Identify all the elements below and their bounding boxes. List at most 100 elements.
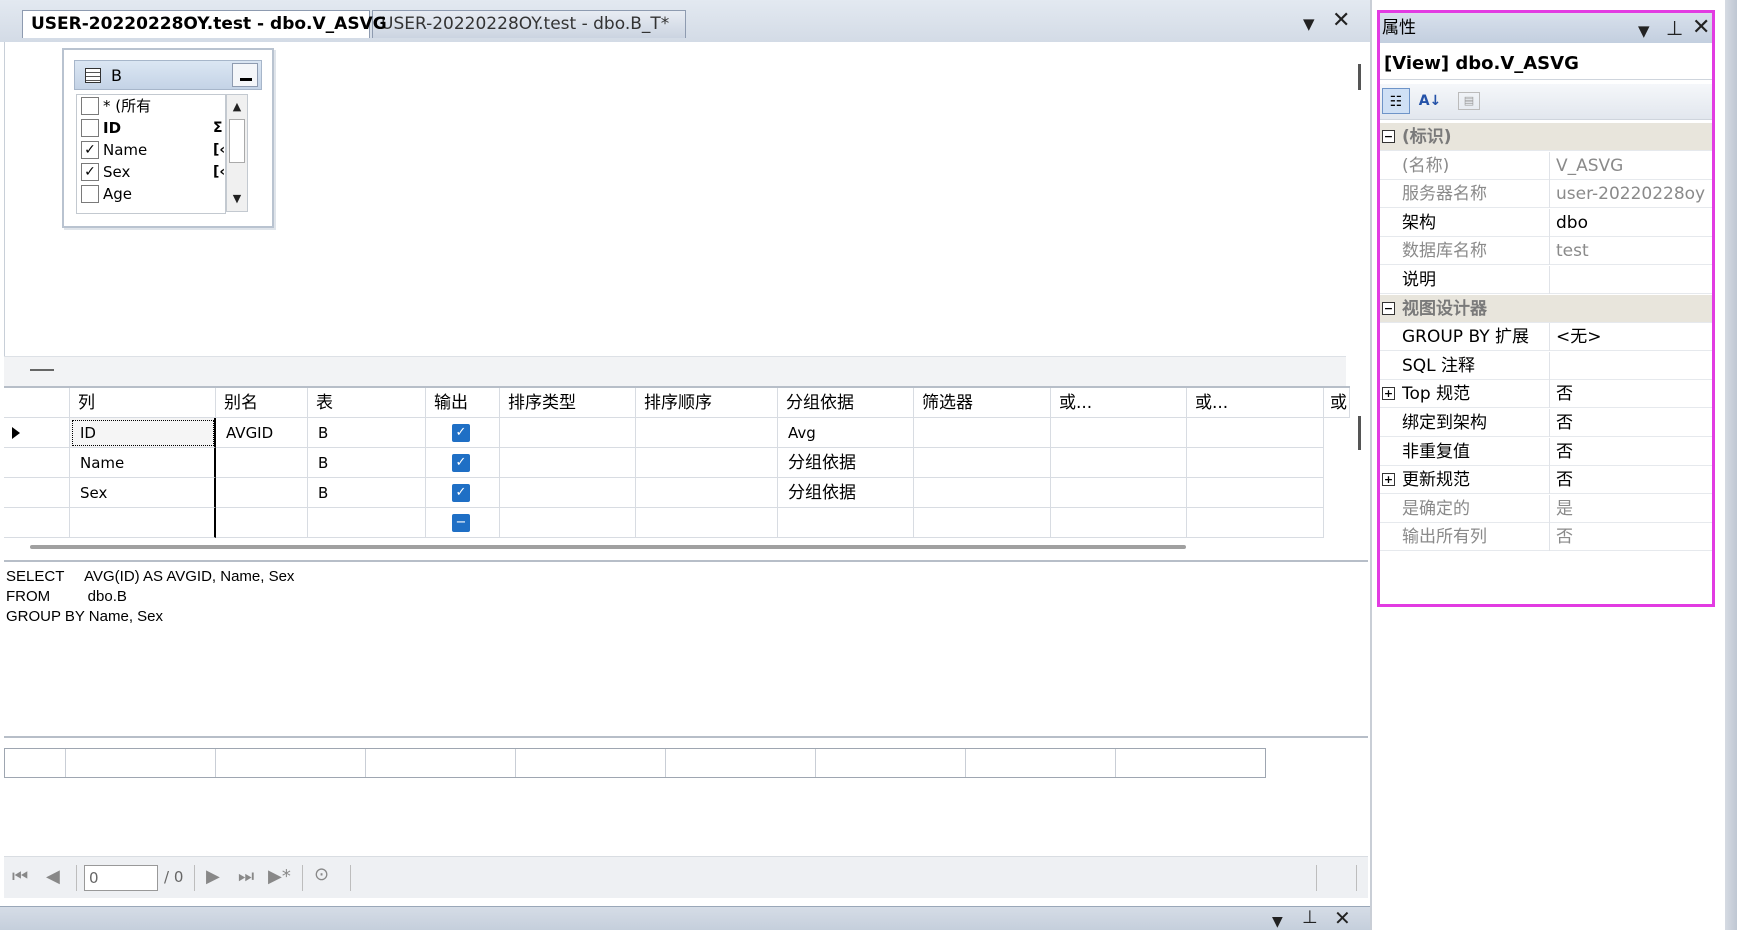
cell-group-by[interactable] — [778, 508, 914, 538]
cell-table[interactable]: B — [308, 478, 426, 508]
criteria-scroll-thumb[interactable] — [1358, 416, 1361, 450]
sql-line-group-by[interactable]: GROUP BY Name, Sex — [6, 608, 163, 625]
sql-pane[interactable]: SELECT AVG(ID) AS AVGID, Name, Sex FROM … — [4, 560, 1368, 738]
previous-record-icon[interactable]: ◀ — [46, 866, 60, 888]
cell-output[interactable]: − — [426, 508, 500, 538]
header-column[interactable]: 列 — [70, 388, 216, 418]
cell-or-1[interactable] — [1051, 448, 1187, 478]
criteria-horizontal-scrollbar[interactable] — [30, 545, 1186, 549]
results-column[interactable] — [216, 749, 366, 777]
cell-filter[interactable] — [914, 448, 1051, 478]
row-selector[interactable] — [4, 508, 70, 538]
column-row[interactable]: ID Σ — [81, 117, 225, 139]
column-row[interactable]: * (所有 — [81, 95, 225, 117]
output-checkbox-indeterminate[interactable]: − — [452, 514, 470, 532]
cell-sort-order[interactable] — [636, 478, 778, 508]
cell-or-2[interactable] — [1187, 448, 1324, 478]
output-checkbox[interactable]: ✓ — [452, 484, 470, 502]
cell-output[interactable]: ✓ — [426, 448, 500, 478]
cell-or-2[interactable] — [1187, 418, 1324, 448]
column-checkbox[interactable] — [81, 119, 99, 137]
column-row[interactable]: ✓ Name [‹= — [81, 139, 225, 161]
cell-column[interactable]: Sex — [70, 478, 216, 508]
results-column[interactable] — [666, 749, 816, 777]
column-row[interactable]: Age — [81, 183, 225, 205]
cell-filter[interactable] — [914, 508, 1051, 538]
cell-alias[interactable] — [216, 448, 308, 478]
table-box[interactable]: B * (所有 ID Σ ✓ Name [‹= ✓ Sex [‹= Age ▲ — [62, 48, 274, 228]
cell-sort-type[interactable] — [500, 418, 636, 448]
cell-group-by[interactable]: Avg — [778, 418, 914, 448]
output-checkbox[interactable]: ✓ — [452, 424, 470, 442]
cell-sort-type[interactable] — [500, 448, 636, 478]
diagram-scroll-thumb[interactable] — [1358, 64, 1361, 90]
cell-group-by[interactable]: 分组依据 — [778, 448, 914, 478]
stop-query-icon[interactable]: ⊙ — [314, 864, 329, 886]
header-or-1[interactable]: 或... — [1051, 388, 1187, 418]
tab-dropdown-icon[interactable]: ▼ — [1303, 13, 1315, 35]
results-column[interactable] — [66, 749, 216, 777]
results-grid[interactable] — [4, 748, 1266, 778]
cell-alias[interactable]: AVGID — [216, 418, 308, 448]
header-table[interactable]: 表 — [308, 388, 426, 418]
cell-table[interactable] — [308, 508, 426, 538]
sql-line-from[interactable]: FROM dbo.B — [6, 588, 127, 605]
cell-column[interactable]: ID — [70, 418, 216, 448]
results-column[interactable] — [366, 749, 516, 777]
cell-table[interactable]: B — [308, 418, 426, 448]
cell-sort-order[interactable] — [636, 508, 778, 538]
close-tab-icon[interactable]: ✕ — [1332, 10, 1350, 32]
cell-or-1[interactable] — [1051, 508, 1187, 538]
scroll-down-icon[interactable]: ▼ — [227, 189, 247, 209]
column-checkbox[interactable]: ✓ — [81, 141, 99, 159]
cell-sort-order[interactable] — [636, 418, 778, 448]
diagram-scrollbar[interactable] — [1350, 42, 1368, 356]
header-sort-type[interactable]: 排序类型 — [500, 388, 636, 418]
column-checkbox[interactable] — [81, 97, 99, 115]
cell-or-2[interactable] — [1187, 478, 1324, 508]
header-group-by[interactable]: 分组依据 — [778, 388, 914, 418]
cell-sort-order[interactable] — [636, 448, 778, 478]
row-selector[interactable] — [4, 478, 70, 508]
header-or-2[interactable]: 或... — [1187, 388, 1324, 418]
tab-b-t[interactable]: USER-20220228OY.test - dbo.B_T* — [372, 10, 686, 38]
cell-column[interactable] — [70, 508, 216, 538]
first-record-icon[interactable]: ⏮ — [12, 866, 28, 888]
output-checkbox[interactable]: ✓ — [452, 454, 470, 472]
splitter-grip[interactable] — [30, 369, 54, 371]
tab-v-asvg[interactable]: USER-20220228OY.test - dbo.V_ASVG — [22, 10, 387, 38]
column-checkbox[interactable] — [81, 185, 99, 203]
pin-icon[interactable]: ⊥ — [1302, 907, 1318, 929]
row-selector[interactable] — [4, 448, 70, 478]
cell-alias[interactable] — [216, 508, 308, 538]
header-filter[interactable]: 筛选器 — [914, 388, 1051, 418]
column-list-scrollbar[interactable]: ▲ ▼ — [226, 94, 248, 212]
header-or-3[interactable]: 或 — [1324, 388, 1350, 418]
scroll-up-icon[interactable]: ▲ — [227, 97, 247, 117]
cell-output[interactable]: ✓ — [426, 418, 500, 448]
next-record-icon[interactable]: ▶ — [206, 866, 220, 888]
column-checkbox[interactable]: ✓ — [81, 163, 99, 181]
sql-line-select[interactable]: SELECT AVG(ID) AS AVGID, Name, Sex — [6, 568, 294, 585]
close-pane-icon[interactable]: ✕ — [1334, 907, 1351, 929]
header-sort-order[interactable]: 排序顺序 — [636, 388, 778, 418]
minimize-icon[interactable] — [232, 63, 258, 87]
column-row[interactable]: ✓ Sex [‹= — [81, 161, 225, 183]
cell-or-1[interactable] — [1051, 478, 1187, 508]
last-record-icon[interactable]: ⏭ — [238, 866, 254, 888]
results-column[interactable] — [816, 749, 966, 777]
cell-sort-type[interactable] — [500, 508, 636, 538]
table-box-header[interactable]: B — [74, 60, 262, 90]
results-column[interactable] — [966, 749, 1116, 777]
cell-or-1[interactable] — [1051, 418, 1187, 448]
pane-splitter[interactable] — [4, 356, 1346, 386]
cell-table[interactable]: B — [308, 448, 426, 478]
record-number-input[interactable]: 0 — [84, 865, 158, 891]
results-column[interactable] — [516, 749, 666, 777]
pane-dropdown-icon[interactable]: ▼ — [1272, 911, 1283, 930]
cell-column[interactable]: Name — [70, 448, 216, 478]
cell-filter[interactable] — [914, 478, 1051, 508]
row-selector[interactable] — [4, 418, 70, 448]
cell-output[interactable]: ✓ — [426, 478, 500, 508]
new-record-icon[interactable]: ▶* — [268, 866, 291, 888]
